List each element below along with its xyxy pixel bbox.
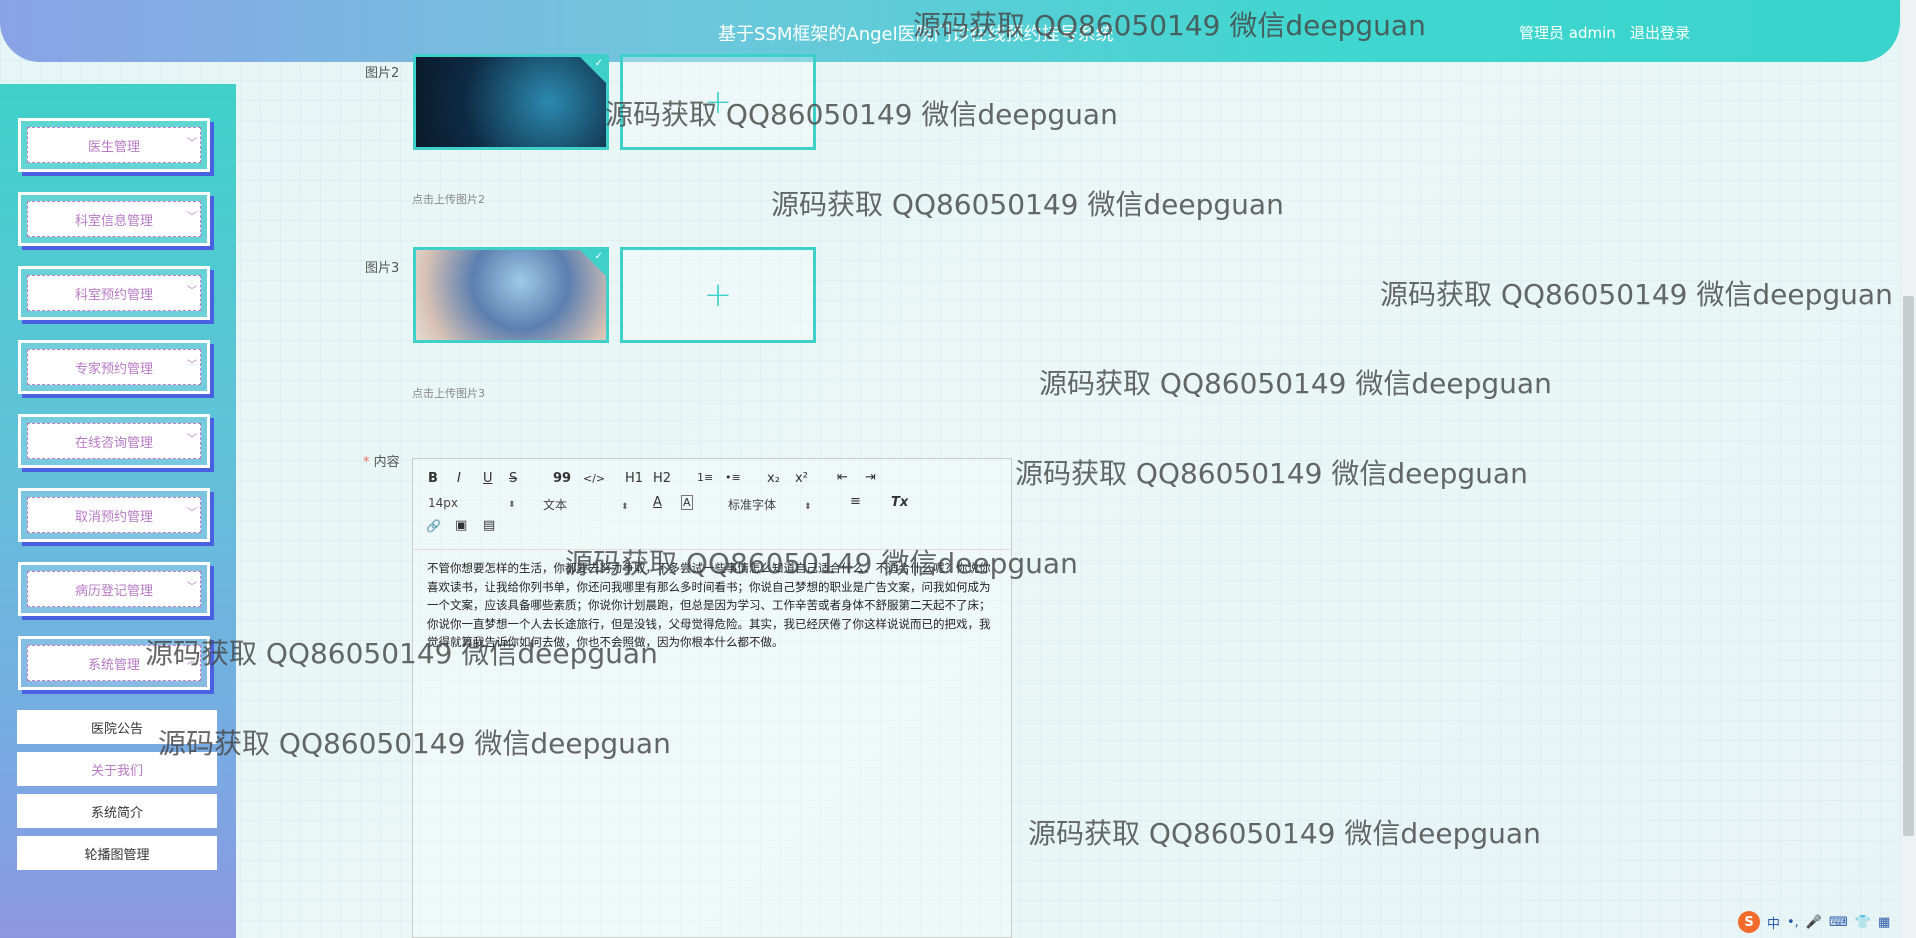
bullet-list-button[interactable]: •≡	[725, 471, 741, 484]
content-label-text: 内容	[373, 455, 400, 470]
menu-label: 病历登记管理	[27, 571, 201, 607]
menu-label: 科室预约管理	[27, 275, 201, 311]
sidebar-item-about-us[interactable]: 关于我们	[17, 752, 217, 786]
background-color-button[interactable]: A	[681, 495, 693, 510]
menu-cancel-booking[interactable]: 取消预约管理 ﹀	[18, 488, 210, 542]
menu-department-booking[interactable]: 科室预约管理 ﹀	[18, 266, 210, 320]
clear-format-button[interactable]: Tx	[891, 495, 908, 510]
check-icon: ✓	[594, 251, 603, 262]
sidebar-item-hospital-notice[interactable]: 医院公告	[17, 710, 217, 744]
image2-upload-button[interactable]: +	[620, 54, 816, 150]
font-size-value: 14px	[428, 496, 458, 510]
menu-label: 系统管理	[27, 645, 201, 681]
superscript-button[interactable]: x²	[795, 471, 808, 486]
editor-content[interactable]: 不管你想要怎样的生活，你都要去努力争取，不多尝试一些事情怎么知道自己适合什么、不…	[427, 559, 992, 652]
grid-icon[interactable]: ▦	[1878, 915, 1890, 930]
bold-button[interactable]: B	[428, 471, 438, 486]
font-size-select[interactable]: 14px ⬍	[428, 496, 516, 510]
chevron-down-icon: ﹀	[187, 582, 197, 593]
font-family-value: 标准字体	[728, 498, 777, 512]
image3-upload-button[interactable]: +	[620, 247, 816, 343]
menu-online-consult[interactable]: 在线咨询管理 ﹀	[18, 414, 210, 468]
plus-icon: +	[703, 275, 733, 315]
strike-button[interactable]: S	[509, 471, 517, 486]
select-arrows-icon: ⬍	[804, 502, 812, 512]
watermark: 源码获取 QQ86050149 微信deepguan	[1039, 367, 1552, 400]
page-scrollbar[interactable]	[1901, 0, 1916, 938]
sidebar-item-system-intro[interactable]: 系统简介	[17, 794, 217, 828]
punctuation-icon[interactable]: •,	[1787, 915, 1799, 930]
editor-toolbar: B I U S 99 </> H1 H2 1≡ •≡ x₂ x² ⇤ ⇥ 14p…	[413, 459, 1011, 550]
indent-button[interactable]: ⇥	[865, 470, 876, 485]
image3-upload-hint: 点击上传图片3	[412, 387, 485, 400]
plus-icon: +	[703, 82, 733, 122]
required-mark: *	[363, 455, 370, 470]
ime-language-indicator[interactable]: 中	[1767, 913, 1780, 932]
chevron-down-icon: ﹀	[187, 508, 197, 519]
image-button[interactable]: ▣	[455, 518, 467, 533]
menu-label: 在线咨询管理	[27, 423, 201, 459]
menu-department-info[interactable]: 科室信息管理 ﹀	[18, 192, 210, 246]
shirt-icon[interactable]: 👕	[1855, 915, 1871, 930]
select-arrows-icon: ⬍	[621, 502, 629, 512]
menu-expert-booking[interactable]: 专家预约管理 ﹀	[18, 340, 210, 394]
keyboard-icon[interactable]: ⌨	[1829, 915, 1848, 930]
check-icon: ✓	[594, 58, 603, 69]
menu-medical-record[interactable]: 病历登记管理 ﹀	[18, 562, 210, 616]
image3-label: 图片3	[365, 261, 400, 276]
select-arrows-icon: ⬍	[508, 500, 516, 510]
watermark: 源码获取 QQ86050149 微信deepguan	[1028, 817, 1541, 850]
chevron-down-icon: ﹀	[187, 360, 197, 371]
app-title: 基于SSM框架的Angel医院门诊在线预约挂号系统	[718, 24, 1114, 45]
code-button[interactable]: </>	[583, 472, 605, 485]
underline-button[interactable]: U	[483, 471, 493, 486]
chevron-up-icon: ︿	[187, 656, 197, 667]
block-type-select[interactable]: 文本 ⬍	[543, 496, 629, 513]
content-label: * 内容	[363, 451, 400, 470]
subscript-button[interactable]: x₂	[767, 471, 780, 486]
microphone-icon[interactable]: 🎤	[1806, 915, 1822, 930]
menu-system-management[interactable]: 系统管理 ︿	[18, 636, 210, 690]
chevron-down-icon: ﹀	[187, 434, 197, 445]
blockquote-button[interactable]: 99	[553, 471, 571, 486]
menu-label: 取消预约管理	[27, 497, 201, 533]
ime-tray: S 中 •, 🎤 ⌨ 👕 ▦	[1738, 908, 1890, 936]
chevron-down-icon: ﹀	[187, 286, 197, 297]
menu-label: 专家预约管理	[27, 349, 201, 385]
current-user-label: 管理员 admin	[1519, 24, 1616, 42]
sidebar: 医生管理 ﹀ 科室信息管理 ﹀ 科室预约管理 ﹀ 专家预约管理 ﹀ 在线咨询管理…	[0, 84, 236, 938]
italic-button[interactable]: I	[457, 471, 461, 486]
align-button[interactable]: ≡	[850, 494, 861, 509]
watermark: 源码获取 QQ86050149 微信deepguan	[1380, 278, 1893, 311]
font-family-select[interactable]: 标准字体 ⬍	[728, 496, 812, 513]
video-button[interactable]: ▤	[483, 518, 495, 533]
menu-label: 医生管理	[27, 127, 201, 163]
link-button[interactable]: 🔗	[426, 519, 441, 533]
scrollbar-thumb[interactable]	[1903, 296, 1914, 836]
image2-upload-hint: 点击上传图片2	[412, 193, 485, 206]
chevron-down-icon: ﹀	[187, 212, 197, 223]
top-header: 基于SSM框架的Angel医院门诊在线预约挂号系统 管理员 admin 退出登录	[0, 0, 1900, 62]
h1-button[interactable]: H1	[625, 471, 643, 486]
ordered-list-button[interactable]: 1≡	[697, 471, 713, 484]
image3-preview[interactable]: ✓	[413, 247, 609, 343]
outdent-button[interactable]: ⇤	[837, 470, 848, 485]
font-color-button[interactable]: A	[653, 495, 662, 510]
image2-preview[interactable]: ✓	[413, 54, 609, 150]
chevron-down-icon: ﹀	[187, 138, 197, 149]
h2-button[interactable]: H2	[653, 471, 671, 486]
menu-label: 科室信息管理	[27, 201, 201, 237]
block-type-value: 文本	[543, 498, 568, 512]
image2-label: 图片2	[365, 66, 400, 81]
menu-doctor-management[interactable]: 医生管理 ﹀	[18, 118, 210, 172]
sogou-logo-icon[interactable]: S	[1738, 911, 1760, 933]
sidebar-item-carousel[interactable]: 轮播图管理	[17, 836, 217, 870]
logout-link[interactable]: 退出登录	[1630, 22, 1690, 43]
watermark: 源码获取 QQ86050149 微信deepguan	[1015, 457, 1528, 490]
rich-text-editor: B I U S 99 </> H1 H2 1≡ •≡ x₂ x² ⇤ ⇥ 14p…	[412, 458, 1012, 938]
watermark: 源码获取 QQ86050149 微信deepguan	[771, 188, 1284, 221]
